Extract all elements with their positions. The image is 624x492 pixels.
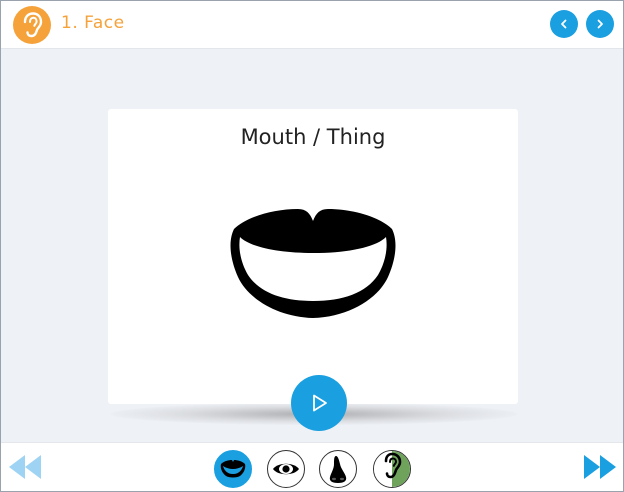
page-title: 1. Face (61, 13, 125, 33)
mouth-icon (220, 460, 246, 478)
next-card-button[interactable] (582, 453, 618, 485)
thumb-ear[interactable] (373, 450, 411, 488)
bottom-nav-bar (1, 442, 623, 491)
play-icon (313, 394, 327, 412)
chevron-left-icon (561, 19, 567, 29)
double-arrow-left-icon (9, 455, 41, 479)
header-bar: 1. Face (1, 1, 623, 49)
thumb-eye[interactable] (267, 450, 305, 488)
content-stage: Mouth / Thing (1, 49, 623, 442)
previous-card-button[interactable] (7, 453, 43, 485)
flashcard: Mouth / Thing (108, 109, 518, 404)
play-audio-button[interactable] (291, 375, 347, 431)
card-title: Mouth / Thing (240, 125, 386, 149)
double-arrow-right-icon (584, 455, 616, 479)
next-page-button[interactable] (586, 10, 614, 38)
prev-page-button[interactable] (550, 10, 578, 38)
ear-icon (13, 6, 51, 44)
mouth-icon (230, 209, 396, 318)
ear-icon (374, 451, 410, 487)
chevron-right-icon (597, 19, 603, 29)
nose-icon (329, 456, 347, 483)
thumb-mouth[interactable] (214, 450, 252, 488)
thumb-nose[interactable] (319, 450, 357, 488)
eye-icon (273, 463, 299, 475)
app-window: 1. Face Mouth / Thing (0, 0, 624, 492)
